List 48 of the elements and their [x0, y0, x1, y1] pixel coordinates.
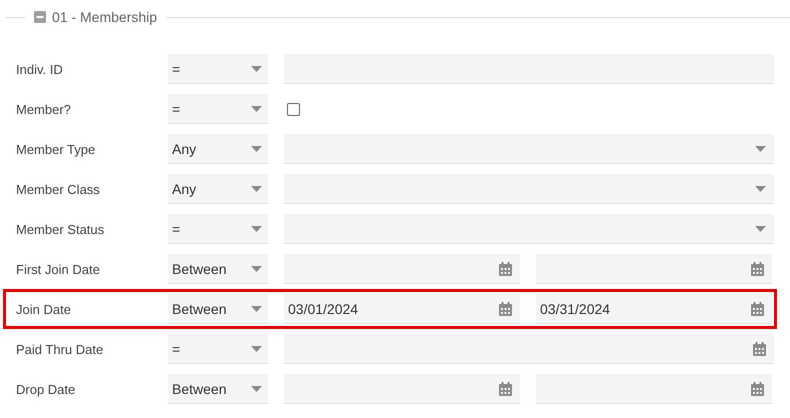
- operator-dropdown[interactable]: Between: [168, 294, 268, 324]
- operator-dropdown[interactable]: =: [168, 54, 268, 84]
- caret-icon: [251, 186, 262, 192]
- field-label: First Join Date: [16, 262, 101, 276]
- calendar-icon[interactable]: [751, 302, 764, 316]
- collapse-icon[interactable]: [34, 11, 46, 23]
- caret-icon: [251, 306, 262, 312]
- caret-icon: [251, 386, 262, 392]
- caret-icon: [251, 266, 262, 272]
- section-title: 01 - Membership: [52, 9, 158, 25]
- operator-dropdown[interactable]: =: [168, 334, 268, 364]
- date-field[interactable]: [536, 254, 772, 284]
- calendar-icon[interactable]: [499, 262, 512, 276]
- operator-dropdown[interactable]: =: [168, 94, 268, 124]
- calendar-icon[interactable]: [751, 262, 764, 276]
- operator-dropdown[interactable]: Between: [168, 254, 268, 284]
- operator-dropdown[interactable]: Any: [168, 174, 268, 204]
- field-label: Indiv. ID: [16, 62, 64, 76]
- input-field[interactable]: [284, 54, 774, 84]
- field-label: Member Class: [16, 182, 101, 196]
- field-label: Member Status: [16, 222, 106, 236]
- calendar-icon[interactable]: [499, 302, 512, 316]
- operator-dropdown[interactable]: Any: [168, 134, 268, 164]
- calendar-icon[interactable]: [753, 342, 766, 356]
- caret-icon: [251, 346, 262, 352]
- date-field[interactable]: [284, 334, 774, 364]
- caret-icon: [755, 186, 766, 192]
- calendar-icon[interactable]: [751, 382, 764, 396]
- field-label: Member Type: [16, 142, 96, 156]
- checkbox[interactable]: [287, 102, 300, 116]
- field-label: Member?: [16, 102, 72, 116]
- calendar-icon[interactable]: [499, 382, 512, 396]
- field-label: Paid Thru Date: [16, 342, 104, 356]
- caret-icon: [251, 106, 262, 112]
- date-field[interactable]: 03/31/2024: [536, 294, 772, 324]
- caret-icon: [251, 146, 262, 152]
- caret-icon: [755, 146, 766, 152]
- caret-icon: [251, 226, 262, 232]
- field-label: Drop Date: [16, 382, 76, 396]
- caret-icon: [755, 226, 766, 232]
- field-label: Join Date: [16, 302, 72, 316]
- date-field[interactable]: [284, 374, 520, 404]
- operator-dropdown[interactable]: Between: [168, 374, 268, 404]
- date-field[interactable]: [284, 254, 520, 284]
- date-field[interactable]: 03/01/2024: [284, 294, 520, 324]
- date-field[interactable]: [536, 374, 772, 404]
- operator-dropdown[interactable]: =: [168, 214, 268, 244]
- caret-icon: [251, 66, 262, 72]
